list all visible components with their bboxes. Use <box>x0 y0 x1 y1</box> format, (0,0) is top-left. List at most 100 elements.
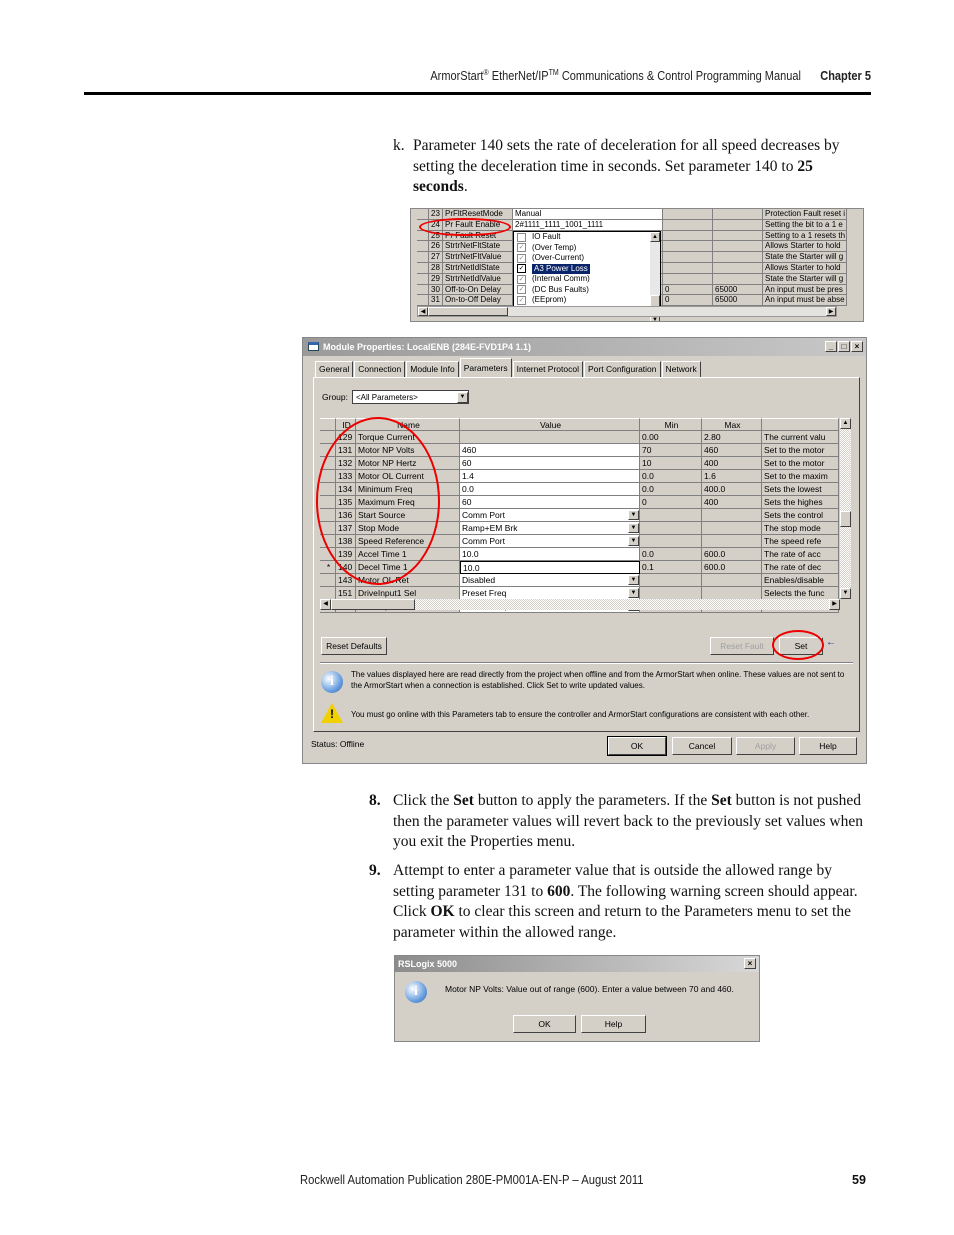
dropdown-scrollbar[interactable]: ▲ ▼ <box>650 232 660 321</box>
param-value[interactable] <box>460 431 640 444</box>
row-selector[interactable] <box>320 444 336 457</box>
param-value[interactable]: 60 <box>460 496 640 509</box>
scroll-up-icon[interactable]: ▲ <box>650 232 660 242</box>
horizontal-scrollbar[interactable]: ◀ ▶ <box>320 599 840 610</box>
param-value[interactable]: 10.0 <box>460 548 640 561</box>
row-selector[interactable] <box>320 522 336 535</box>
table-row[interactable]: 138 Speed Reference Comm Port ▼ The speed re… <box>320 535 839 548</box>
row-selector[interactable] <box>417 284 429 296</box>
chevron-down-icon[interactable]: ▼ <box>457 392 468 403</box>
cancel-button[interactable]: Cancel <box>672 737 732 755</box>
close-icon[interactable]: × <box>744 958 756 969</box>
maximize-icon[interactable]: □ <box>838 341 850 352</box>
help-button[interactable]: Help <box>581 1015 646 1033</box>
table-row[interactable]: 132 Motor NP Hertz 60 10 400 Set to the motor <box>320 457 839 470</box>
scroll-left-icon[interactable]: ◀ <box>320 599 331 610</box>
scroll-thumb[interactable] <box>840 511 851 527</box>
column-header[interactable] <box>762 418 839 431</box>
minimize-icon[interactable]: _ <box>825 341 837 352</box>
table-row[interactable]: 136 Start Source Comm Port ▼ Sets the contro… <box>320 509 839 522</box>
param-value[interactable]: Disabled ▼ <box>460 574 640 587</box>
ok-button[interactable]: OK <box>607 736 667 756</box>
checkbox-checked-icon[interactable]: ✓ <box>517 274 526 284</box>
table-row[interactable]: 134 Minimum Freq 0.0 0.0 400.0 Sets the lowes… <box>320 483 839 496</box>
checkbox-checked-icon[interactable]: ✓ <box>517 264 526 274</box>
chevron-down-icon[interactable]: ▼ <box>628 575 639 585</box>
column-header[interactable] <box>320 418 336 431</box>
column-header[interactable]: Value <box>460 418 640 431</box>
row-selector[interactable] <box>417 241 429 253</box>
dropdown-option[interactable]: ✓ (EEprom) <box>514 295 660 306</box>
row-selector[interactable] <box>320 431 336 444</box>
row-selector[interactable]: * <box>320 561 336 574</box>
param-value[interactable]: Comm Port ▼ <box>460 509 640 522</box>
column-header[interactable]: ID <box>336 418 356 431</box>
table-row[interactable]: * 140 Decel Time 1 10.0 0.1 600.0 The rate of … <box>320 561 839 574</box>
checkbox-checked-icon[interactable]: ✓ <box>517 253 526 263</box>
param-value[interactable]: Manual <box>513 209 663 220</box>
dropdown-option[interactable]: ✓ A3 Power Loss <box>514 262 660 275</box>
table-row[interactable]: 129 Torque Current 0.00 2.80 The current val… <box>320 431 839 444</box>
fault-enable-dropdown[interactable]: IO Fault ✓ (Over Temp) ✓ (Over-Current) ✓ A3 P… <box>513 231 661 321</box>
row-selector[interactable] <box>417 295 429 307</box>
scroll-thumb[interactable] <box>331 599 415 610</box>
checkbox-checked-icon[interactable]: ✓ <box>517 243 526 253</box>
tab-internet-protocol[interactable]: Internet Protocol <box>512 361 583 377</box>
scroll-thumb[interactable] <box>428 307 508 316</box>
param-value[interactable]: 460 <box>460 444 640 457</box>
column-header[interactable]: Max <box>702 418 762 431</box>
table-row[interactable]: 133 Motor OL Current 1.4 0.0 1.6 Set to the m… <box>320 470 839 483</box>
chevron-down-icon[interactable]: ▼ <box>628 588 639 598</box>
tab-port-configuration[interactable]: Port Configuration <box>584 361 661 377</box>
row-selector[interactable] <box>417 273 429 285</box>
row-selector[interactable] <box>320 483 336 496</box>
row-selector[interactable] <box>320 509 336 522</box>
set-button[interactable]: Set <box>779 637 823 655</box>
table-row[interactable]: 24 Pr Fault Enable 2#1111_1111_1001_1111 Se… <box>417 219 847 231</box>
table-row[interactable]: 137 Stop Mode Ramp+EM Brk ▼ The stop mode <box>320 522 839 535</box>
checkbox-checked-icon[interactable]: ✓ <box>517 295 526 305</box>
chevron-down-icon[interactable]: ▼ <box>628 536 639 546</box>
param-value[interactable]: 0.0 <box>460 483 640 496</box>
dropdown-option[interactable]: ✓ (Over Temp) <box>514 243 660 254</box>
checkbox-checked-icon[interactable]: ✓ <box>517 285 526 295</box>
dropdown-option[interactable]: ✓ (DC Bus Faults) <box>514 285 660 296</box>
row-selector[interactable] <box>417 262 429 274</box>
row-selector[interactable] <box>320 457 336 470</box>
row-selector[interactable] <box>417 252 429 263</box>
column-header[interactable]: Min <box>640 418 702 431</box>
ok-button[interactable]: OK <box>513 1015 576 1033</box>
tab-connection[interactable]: Connection <box>354 361 406 377</box>
tab-module-info[interactable]: Module Info <box>406 361 459 377</box>
scroll-down-icon[interactable]: ▼ <box>840 588 851 599</box>
table-row[interactable]: 23 PrFltResetMode Manual Protection Fault r… <box>417 209 847 220</box>
param-value[interactable]: 60 <box>460 457 640 470</box>
chevron-down-icon[interactable]: ▼ <box>628 510 639 520</box>
table-row[interactable]: 131 Motor NP Volts 460 70 460 Set to the moto… <box>320 444 839 457</box>
column-header[interactable]: Name <box>356 418 460 431</box>
table-row[interactable]: 139 Accel Time 1 10.0 0.0 600.0 The rate of a… <box>320 548 839 561</box>
reset-defaults-button[interactable]: Reset Defaults <box>321 637 387 655</box>
chevron-down-icon[interactable]: ▼ <box>628 523 639 533</box>
row-selector[interactable] <box>320 548 336 561</box>
dropdown-option[interactable]: ✓ (Internal Comm) <box>514 274 660 285</box>
apply-button[interactable]: Apply <box>736 737 795 755</box>
scroll-right-icon[interactable]: ▶ <box>829 599 840 610</box>
tab-network[interactable]: Network <box>661 361 701 377</box>
scroll-right-icon[interactable]: ▶ <box>826 307 836 316</box>
param-value[interactable]: Comm Port ▼ <box>460 535 640 548</box>
param-value[interactable]: 1.4 <box>460 470 640 483</box>
vertical-scrollbar[interactable]: ▲ ▼ <box>840 418 851 599</box>
param-value[interactable]: Ramp+EM Brk ▼ <box>460 522 640 535</box>
row-selector[interactable] <box>320 496 336 509</box>
row-selector[interactable] <box>417 230 429 242</box>
table-row[interactable]: 135 Maximum Freq 60 0 400 Sets the highes <box>320 496 839 509</box>
table-row[interactable]: 143 Motor OL Ret Disabled ▼ Enables/disable <box>320 574 839 587</box>
close-icon[interactable]: × <box>851 341 863 352</box>
param-value[interactable]: 10.0 <box>460 561 640 574</box>
scroll-left-icon[interactable]: ◀ <box>418 307 428 316</box>
dropdown-option[interactable]: ✓ (Over-Current) <box>514 253 660 264</box>
scroll-up-icon[interactable]: ▲ <box>840 418 851 429</box>
group-select[interactable]: <All Parameters> ▼ <box>352 390 469 404</box>
row-selector[interactable] <box>417 209 429 220</box>
